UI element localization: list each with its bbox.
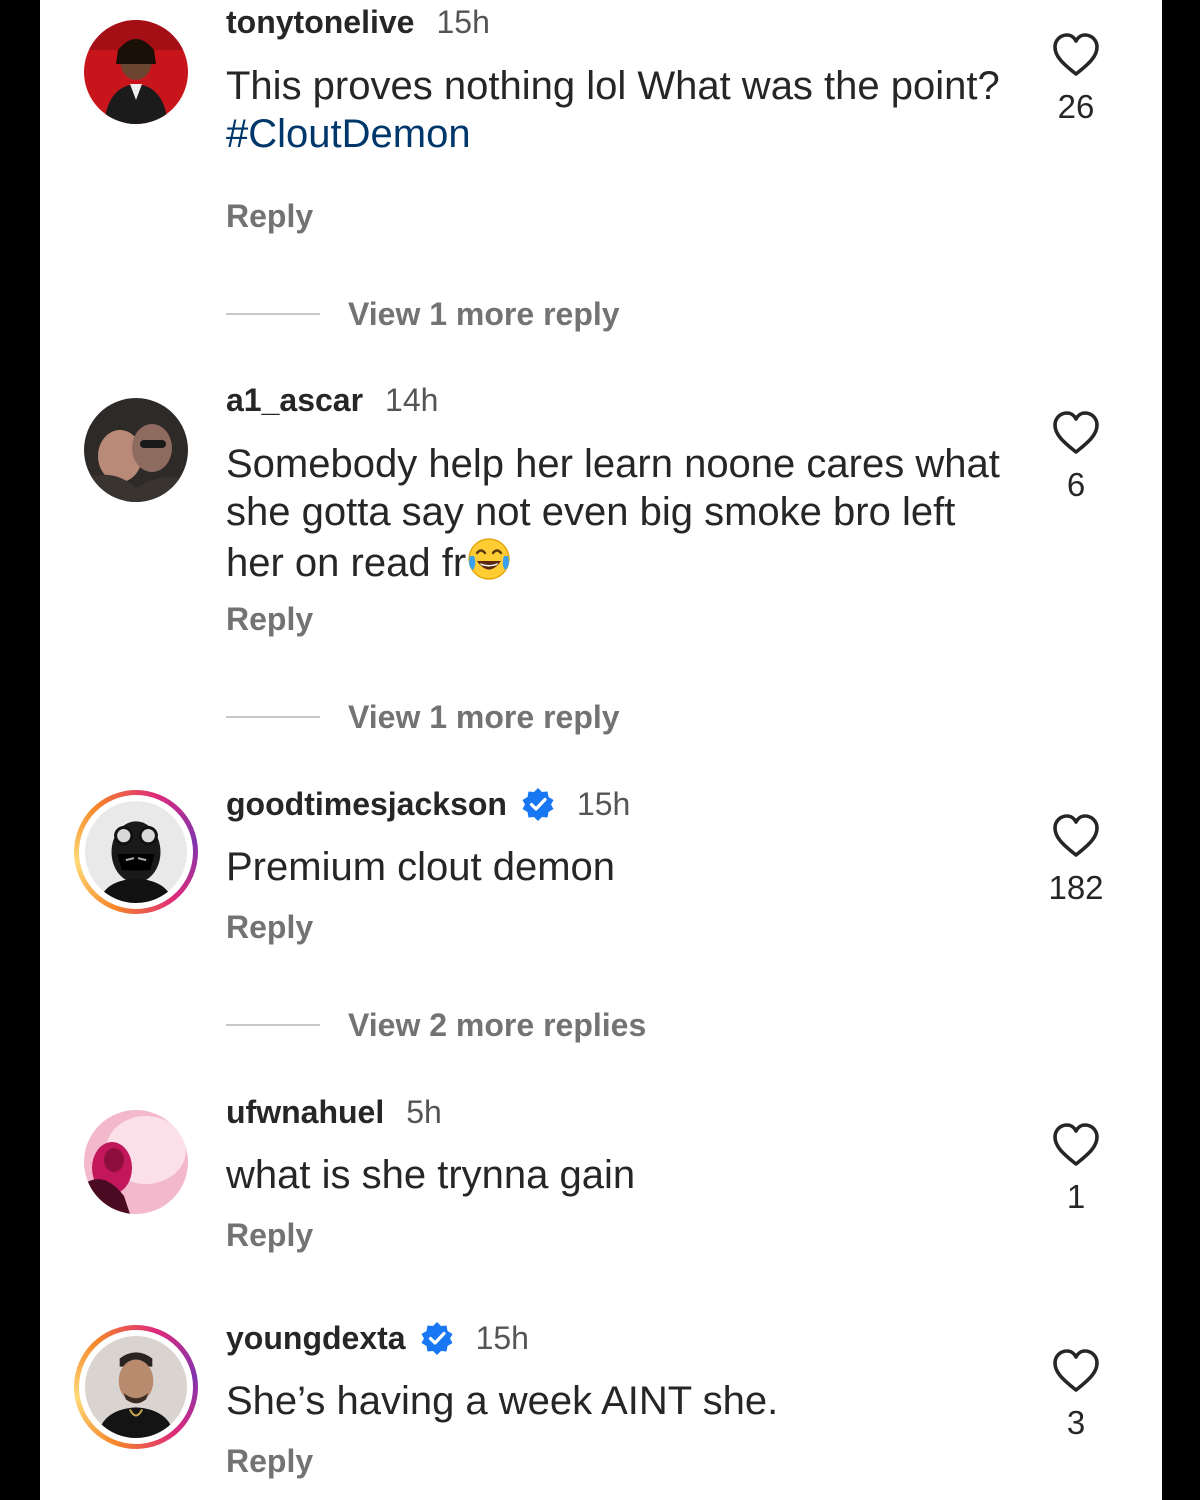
avatar-image xyxy=(85,801,187,903)
like-control: 3 xyxy=(1048,1348,1104,1442)
like-count: 182 xyxy=(1048,869,1104,906)
username[interactable]: goodtimesjackson xyxy=(226,786,507,823)
comment-text: Somebody help her learn noone cares what… xyxy=(226,440,1026,587)
reply-button[interactable]: Reply xyxy=(226,198,313,235)
like-count: 6 xyxy=(1066,466,1086,503)
view-more-replies[interactable]: View 1 more reply xyxy=(226,697,620,737)
verified-badge-icon xyxy=(421,1322,453,1355)
avatar[interactable] xyxy=(84,1110,188,1214)
comment-header: goodtimesjackson 15h xyxy=(226,784,630,824)
timestamp: 15h xyxy=(576,785,631,822)
comment-text-line: she gotta say not even big smoke bro lef… xyxy=(226,490,956,534)
view-more-replies[interactable]: View 1 more reply xyxy=(226,294,620,334)
comment-header: a1_ascar 14h xyxy=(226,380,438,420)
timestamp: 5h xyxy=(406,1093,442,1130)
like-control: 182 xyxy=(1048,813,1104,907)
username[interactable]: tonytonelive xyxy=(226,4,414,41)
avatar-image xyxy=(84,1110,188,1214)
avatar-image xyxy=(85,1336,187,1438)
like-control: 26 xyxy=(1048,32,1104,126)
like-control: 6 xyxy=(1048,410,1104,504)
heart-icon[interactable] xyxy=(1052,32,1100,78)
face-with-tears-of-joy-icon xyxy=(468,538,510,580)
username[interactable]: a1_ascar xyxy=(226,382,363,419)
timestamp: 15h xyxy=(475,1319,529,1356)
comment-header: tonytonelive 15h xyxy=(226,2,490,42)
heart-icon[interactable] xyxy=(1052,1122,1100,1168)
comment-text: She’s having a week AINT she. xyxy=(226,1379,779,1423)
avatar[interactable] xyxy=(84,398,188,502)
comments-screen: tonytonelive 15h This proves nothing lol… xyxy=(40,0,1162,1500)
view-more-label: View 1 more reply xyxy=(348,698,620,735)
reply-button[interactable]: Reply xyxy=(226,1443,313,1480)
comment-text: This proves nothing lol What was the poi… xyxy=(226,62,1026,158)
reply-button[interactable]: Reply xyxy=(226,601,313,638)
reply-button[interactable]: Reply xyxy=(226,909,313,946)
timestamp: 15h xyxy=(436,3,490,40)
comment-text: Premium clout demon xyxy=(226,845,616,889)
avatar-image xyxy=(84,20,188,124)
like-control: 1 xyxy=(1048,1122,1104,1216)
avatar-story-ring[interactable] xyxy=(74,790,198,914)
heart-icon[interactable] xyxy=(1052,1348,1100,1394)
username[interactable]: youngdexta xyxy=(226,1320,406,1357)
divider-line xyxy=(226,1024,320,1026)
timestamp: 14h xyxy=(385,381,439,418)
like-count: 3 xyxy=(1066,1404,1086,1441)
comment-text-line: her on read fr xyxy=(226,541,467,585)
comment-header: youngdexta 15h xyxy=(226,1318,529,1358)
avatar-story-ring[interactable] xyxy=(74,1325,198,1449)
hashtag-link[interactable]: #CloutDemon xyxy=(226,112,471,156)
like-count: 26 xyxy=(1057,88,1095,125)
comment-text-body: This proves nothing lol What was the poi… xyxy=(226,64,1000,108)
view-more-label: View 1 more reply xyxy=(348,295,620,332)
avatar[interactable] xyxy=(84,20,188,124)
verified-badge-icon xyxy=(522,788,554,821)
divider-line xyxy=(226,716,320,718)
comment-text: what is she trynna gain xyxy=(226,1153,636,1197)
avatar-image xyxy=(84,398,188,502)
avatar xyxy=(79,1330,193,1444)
heart-icon[interactable] xyxy=(1052,813,1100,859)
divider-line xyxy=(226,313,320,315)
avatar xyxy=(79,795,193,909)
comment-text-line: Somebody help her learn noone cares what xyxy=(226,442,1000,486)
view-more-label: View 2 more replies xyxy=(348,1006,647,1043)
reply-button[interactable]: Reply xyxy=(226,1217,313,1254)
comment-header: ufwnahuel 5h xyxy=(226,1092,442,1132)
username[interactable]: ufwnahuel xyxy=(226,1094,384,1131)
like-count: 1 xyxy=(1066,1178,1086,1215)
heart-icon[interactable] xyxy=(1052,410,1100,456)
view-more-replies[interactable]: View 2 more replies xyxy=(226,1005,646,1045)
